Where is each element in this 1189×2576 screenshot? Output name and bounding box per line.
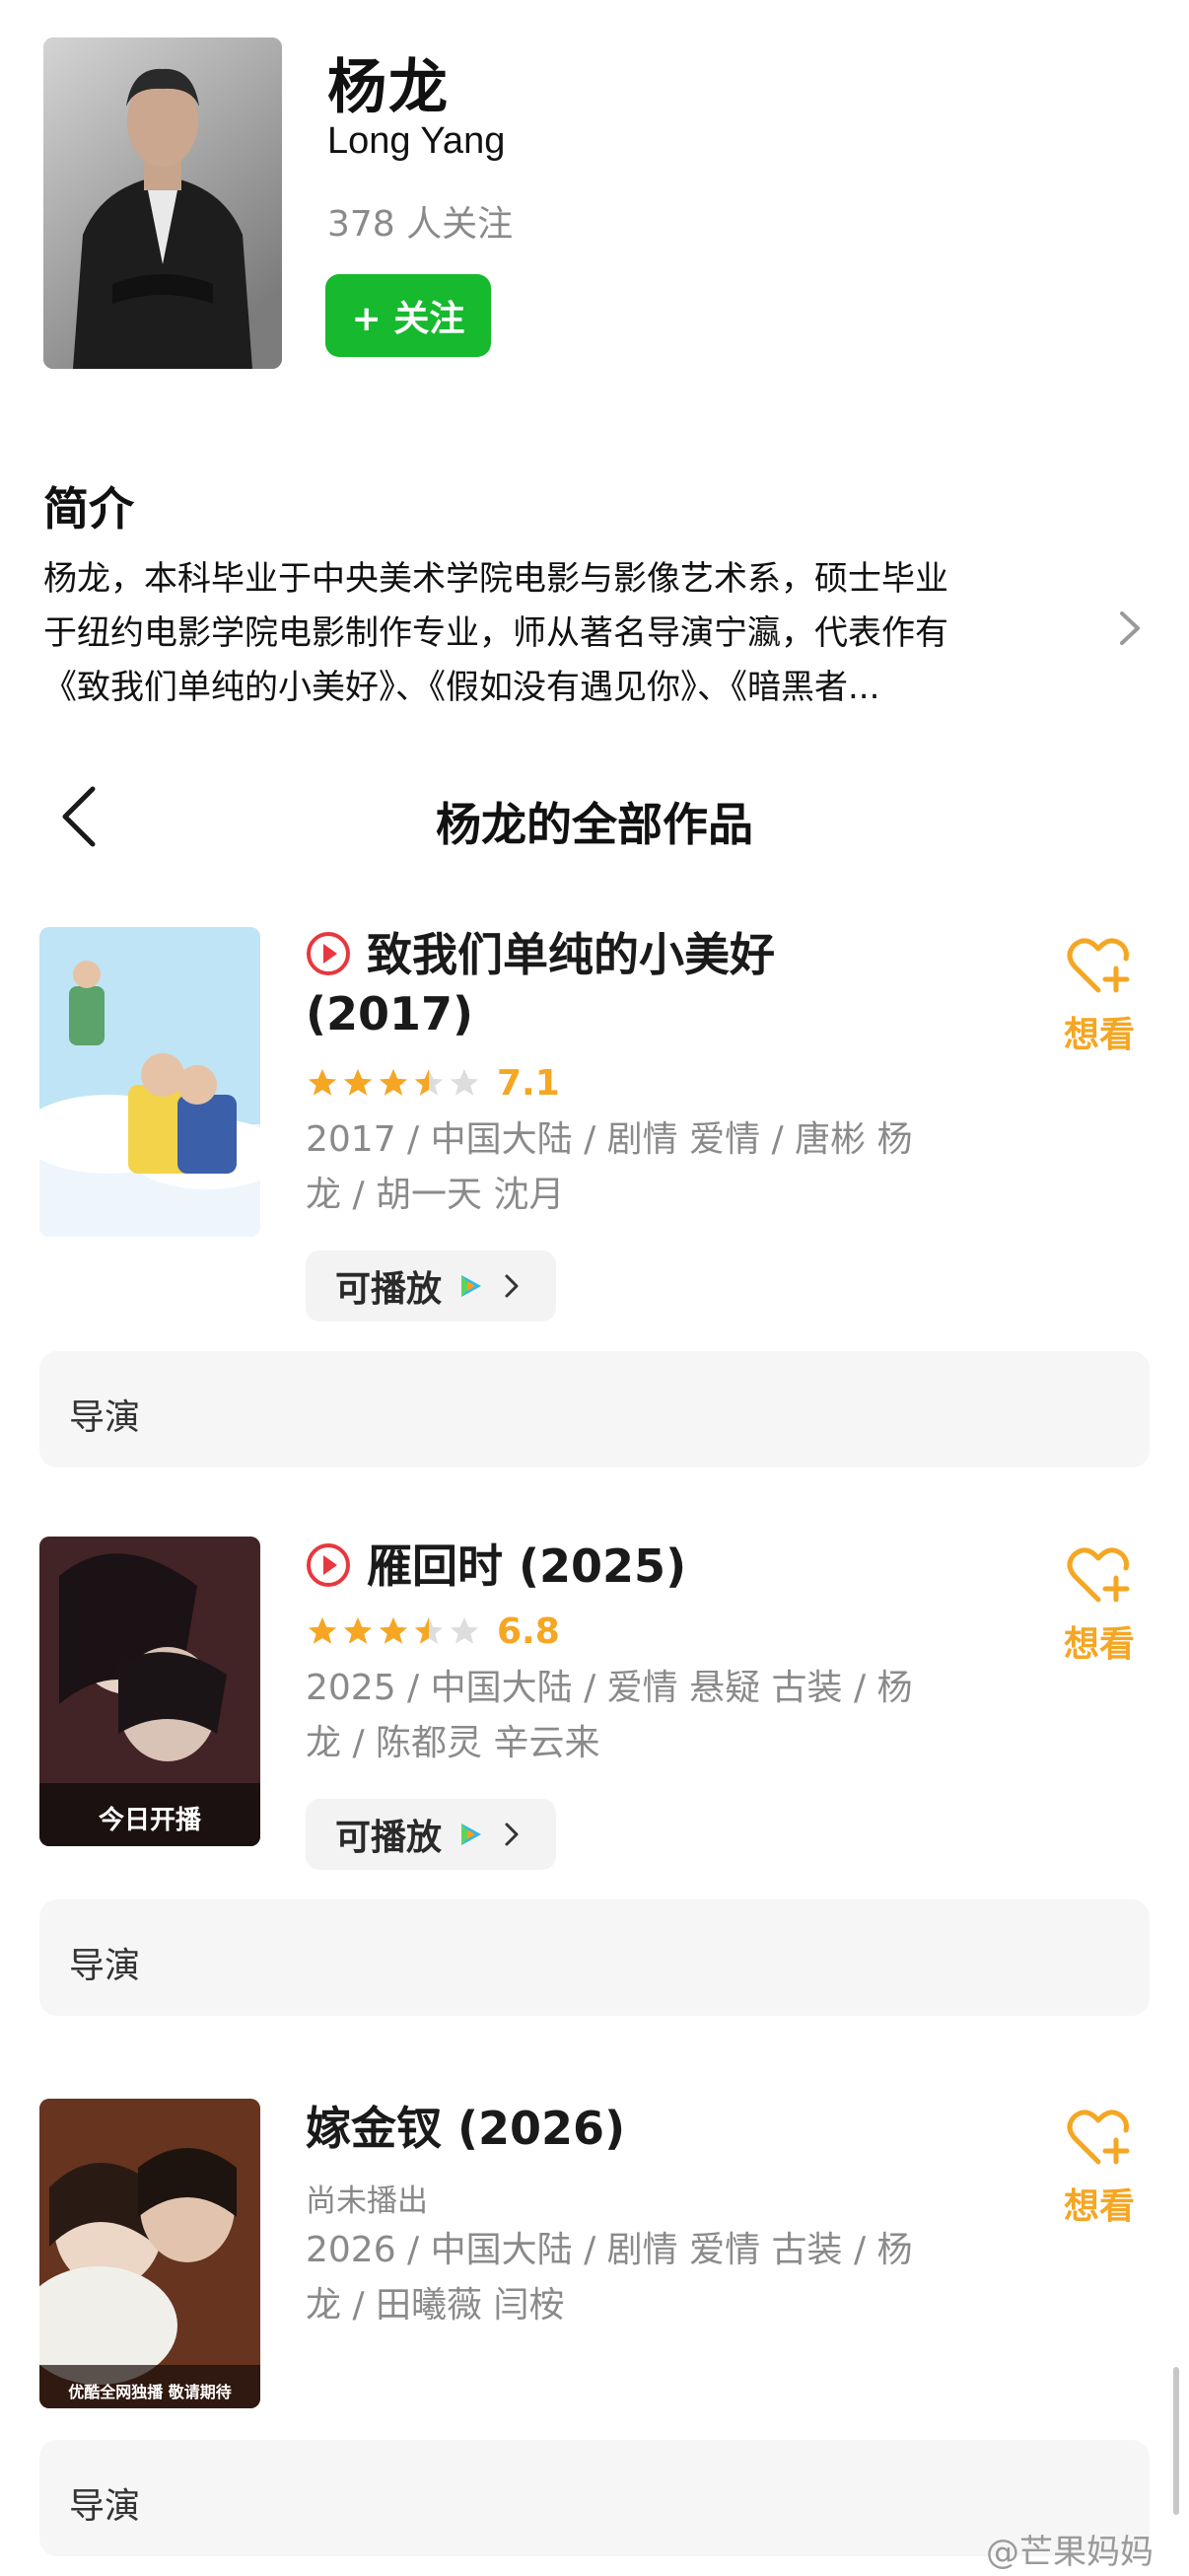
video-platform-icon	[461, 1824, 482, 1845]
intro-line: 《致我们单纯的小美好》、《假如没有遇见你》、《暗黑者...	[43, 668, 880, 707]
meta-line: 2017 / 中国大陆 / 剧情 爱情 / 唐彬 杨	[306, 1119, 913, 1160]
person-english-name: Long Yang	[327, 120, 506, 162]
want-to-watch-button[interactable]: 想看	[1055, 2107, 1144, 2229]
play-circle-icon	[307, 1543, 350, 1587]
role-label: 导演	[69, 1397, 141, 1438]
star-full-icon	[379, 1616, 408, 1644]
playable-button[interactable]: 可播放	[306, 1251, 556, 1322]
intro-line: 杨龙，本科毕业于中央美术学院电影与影像艺术系，硕士毕业	[43, 559, 948, 599]
playable-button[interactable]: 可播放	[306, 1799, 556, 1870]
heart-plus-icon	[1067, 2110, 1130, 2165]
star-full-icon	[308, 1616, 337, 1644]
poster-tag: 优酷全网独播 敬请期待	[68, 2383, 232, 2401]
work-meta: 2025 / 中国大陆 / 爱情 悬疑 古装 / 杨 龙 / 陈都灵 辛云来	[306, 1661, 946, 1771]
star-empty-icon	[450, 1068, 479, 1096]
poster-image[interactable]	[39, 927, 260, 1237]
play-circle-icon	[307, 932, 350, 975]
playable-label: 可播放	[335, 1818, 443, 1858]
work-title[interactable]: 致我们单纯的小美好 (2017)	[306, 925, 1035, 1043]
want-to-watch-button[interactable]: 想看	[1055, 1544, 1144, 1667]
person-photo	[43, 37, 282, 369]
meta-line: 龙 / 胡一天 沈月	[306, 1175, 565, 1215]
playable-label: 可播放	[335, 1269, 443, 1310]
rating: 7.1	[306, 1062, 560, 1104]
scrollbar[interactable]	[1173, 2367, 1179, 2515]
rating-score: 6.8	[497, 1610, 560, 1652]
work-title-year: (2017)	[306, 987, 474, 1040]
chevron-right-icon	[505, 1274, 519, 1298]
want-to-watch-label: 想看	[1063, 1015, 1135, 1055]
work-title-text: 雁回时 (2025)	[367, 1539, 687, 1593]
role-label: 导演	[69, 2486, 141, 2527]
status-text: 尚未播出	[306, 2183, 428, 2219]
work-title[interactable]: 雁回时 (2025)	[306, 1537, 1035, 1596]
poster-image[interactable]: 优酷全网独播 敬请期待	[39, 2099, 260, 2408]
heart-plus-icon	[1067, 938, 1130, 993]
work-title[interactable]: 嫁金钗 (2026)	[306, 2099, 1035, 2158]
watermark: @芒果妈妈	[986, 2533, 1154, 2572]
follow-button[interactable]: + 关注	[325, 274, 491, 357]
work-meta: 2017 / 中国大陆 / 剧情 爱情 / 唐彬 杨 龙 / 胡一天 沈月	[306, 1112, 946, 1223]
intro-text[interactable]: 杨龙，本科毕业于中央美术学院电影与影像艺术系，硕士毕业 于纽约电影学院电影制作专…	[43, 552, 1088, 715]
video-platform-icon	[461, 1275, 482, 1297]
works-title: 杨龙的全部作品	[436, 798, 753, 851]
rating-score: 7.1	[497, 1062, 560, 1104]
role-bar: 导演	[39, 1351, 1150, 1467]
meta-line: 2026 / 中国大陆 / 剧情 爱情 古装 / 杨	[306, 2230, 913, 2270]
rating: 6.8	[306, 1610, 560, 1652]
star-full-icon	[308, 1068, 337, 1096]
meta-line: 龙 / 田曦薇 闫桉	[306, 2285, 565, 2326]
work-title-text: 嫁金钗 (2026)	[306, 2102, 626, 2155]
want-to-watch-button[interactable]: 想看	[1055, 935, 1144, 1057]
role-label: 导演	[69, 1946, 141, 1986]
want-to-watch-label: 想看	[1063, 2186, 1135, 2227]
star-half-icon	[414, 1616, 444, 1644]
star-empty-icon	[450, 1616, 479, 1644]
chevron-right-icon[interactable]	[1110, 604, 1150, 653]
work-meta: 2026 / 中国大陆 / 剧情 爱情 古装 / 杨 龙 / 田曦薇 闫桉	[306, 2223, 946, 2333]
chevron-right-icon	[505, 1823, 519, 1846]
intro-heading: 简介	[43, 482, 134, 536]
meta-line: 龙 / 陈都灵 辛云来	[306, 1723, 600, 1763]
intro-line: 于纽约电影学院电影制作专业，师从著名导演宁瀛，代表作有	[43, 613, 948, 653]
poster-tag: 今日开播	[98, 1806, 201, 1835]
meta-line: 2025 / 中国大陆 / 爱情 悬疑 古装 / 杨	[306, 1668, 913, 1708]
poster-image[interactable]: 今日开播	[39, 1537, 260, 1846]
person-name: 杨龙	[327, 53, 450, 122]
role-bar: 导演	[39, 1899, 1150, 2016]
star-half-icon	[414, 1068, 444, 1096]
want-to-watch-label: 想看	[1063, 1624, 1135, 1665]
heart-plus-icon	[1067, 1547, 1130, 1603]
star-full-icon	[379, 1068, 408, 1096]
star-full-icon	[343, 1068, 373, 1096]
follower-count: 378 人关注	[327, 204, 514, 245]
role-bar: 导演	[39, 2440, 1150, 2556]
star-full-icon	[343, 1616, 373, 1644]
work-title-text: 致我们单纯的小美好	[367, 928, 775, 981]
